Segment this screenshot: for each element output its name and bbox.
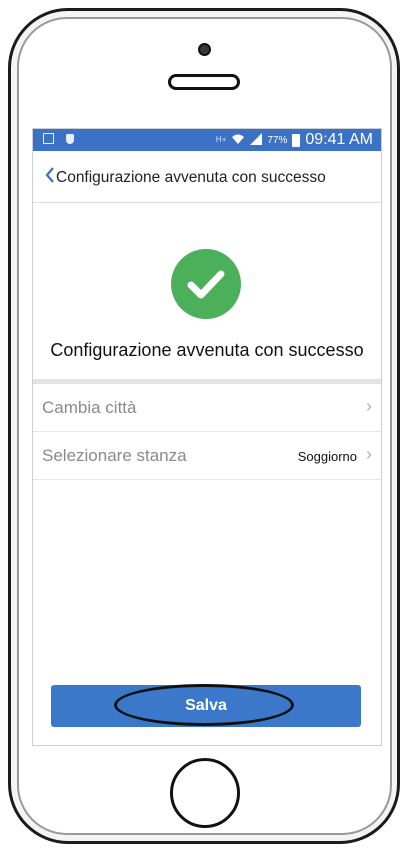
app-screen: H+ 77% 09:41 AM Configurazione avvenuta …	[32, 128, 382, 746]
change-city-label: Cambia città	[42, 398, 137, 417]
battery-percent: 77%	[267, 134, 288, 146]
wifi-icon	[231, 133, 245, 148]
page-title: Configurazione avvenuta con successo	[56, 169, 326, 186]
signal-icon	[250, 132, 263, 148]
front-camera	[198, 43, 211, 56]
network-type-label: H+	[215, 135, 227, 144]
shield-icon	[66, 133, 74, 144]
success-message: Configurazione avvenuta con successo	[50, 340, 364, 360]
home-button[interactable]	[170, 758, 240, 828]
select-room-value: Soggiorno	[297, 449, 357, 464]
chevron-right-icon: ›	[366, 444, 372, 464]
select-room-row[interactable]: Selezionare stanza Soggiorno ›	[33, 432, 381, 480]
gallery-icon	[43, 133, 54, 144]
clock: 09:41 AM	[305, 131, 373, 148]
chevron-right-icon: ›	[366, 396, 372, 416]
earpiece-speaker	[168, 74, 240, 90]
nav-bar: Configurazione avvenuta con successo	[33, 151, 381, 203]
select-room-label: Selezionare stanza	[42, 446, 187, 465]
status-bar: H+ 77% 09:41 AM	[33, 129, 381, 151]
battery-icon	[292, 133, 301, 147]
back-icon[interactable]	[45, 167, 55, 186]
save-button[interactable]: Salva	[51, 685, 361, 727]
check-circle-icon	[171, 249, 241, 319]
change-city-row[interactable]: Cambia città ›	[33, 384, 381, 432]
